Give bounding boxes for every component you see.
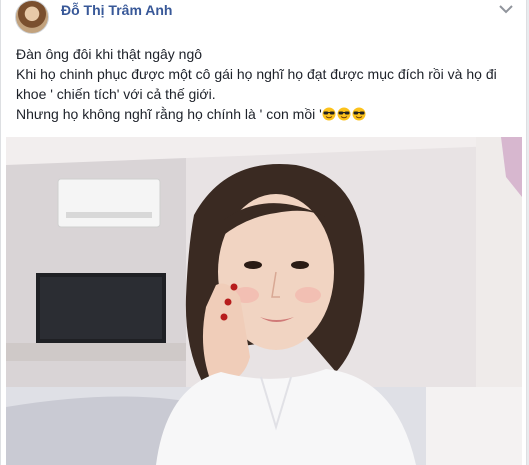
sunglasses-emoji-icon (352, 107, 366, 121)
author-name[interactable]: Đỗ Thị Trâm Anh (61, 2, 172, 18)
post-line-text: Nhưng họ không nghĩ rằng họ chính là ' c… (16, 106, 322, 122)
author-avatar[interactable] (15, 0, 49, 34)
post-line: khoe ' chiến tích' với cả thế giới. (16, 86, 216, 102)
post-card: Đỗ Thị Trâm Anh Đàn ông đôi khi thật ngâ… (0, 0, 527, 465)
sunglasses-emoji-icon (322, 107, 336, 121)
post-photo[interactable] (6, 137, 522, 465)
post-line-last: Nhưng họ không nghĩ rằng họ chính là ' c… (16, 104, 516, 124)
post-line: Đàn ông đôi khi thật ngây ngô (16, 46, 203, 62)
post-header: Đỗ Thị Trâm Anh (15, 0, 515, 36)
post-text: Đàn ông đôi khi thật ngây ngô Khi họ chi… (16, 44, 516, 124)
sunglasses-emoji-icon (337, 107, 351, 121)
chevron-down-icon[interactable] (497, 2, 515, 16)
emoji-group (322, 106, 367, 122)
post-line: Khi họ chinh phục được một cô gái họ ngh… (16, 66, 497, 82)
